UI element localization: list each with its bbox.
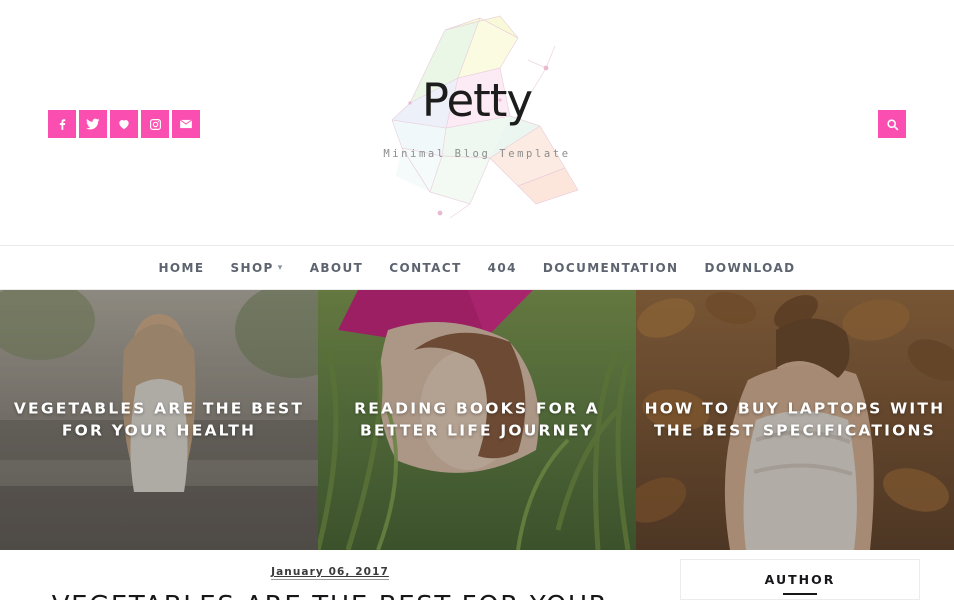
nav-label: DOCUMENTATION	[542, 260, 679, 275]
social-link-twitter[interactable]	[79, 110, 107, 138]
featured-slide-3[interactable]: HOW TO BUY LAPTOPS WITH THE BEST SPECIFI…	[636, 290, 954, 550]
featured-slide-1[interactable]: VEGETABLES ARE THE BEST FOR YOUR HEALTH	[0, 290, 318, 550]
facebook-icon	[59, 118, 65, 130]
nav-item-shop[interactable]: SHOP ▾	[217, 261, 296, 275]
social-link-email[interactable]	[172, 110, 200, 138]
social-link-bloglovin[interactable]	[110, 110, 138, 138]
author-widget-title: AUTHOR	[764, 572, 836, 587]
nav-item-documentation[interactable]: DOCUMENTATION	[530, 261, 692, 275]
post-date[interactable]: January 06, 2017	[271, 566, 389, 580]
chevron-down-icon: ▾	[277, 263, 284, 273]
heart-icon	[119, 120, 129, 130]
featured-title-2[interactable]: READING BOOKS FOR A BETTER LIFE JOURNEY	[318, 398, 636, 443]
nav-label: SHOP	[230, 260, 274, 275]
nav-label: HOME	[158, 260, 205, 275]
nav-item-contact[interactable]: CONTACT	[376, 261, 474, 275]
search-icon	[886, 118, 898, 130]
featured-title-3[interactable]: HOW TO BUY LAPTOPS WITH THE BEST SPECIFI…	[636, 398, 954, 443]
main-navigation: HOME SHOP ▾ ABOUT CONTACT 404 DOCUMENTATI…	[0, 245, 954, 290]
featured-title-1[interactable]: VEGETABLES ARE THE BEST FOR YOUR HEALTH	[0, 398, 318, 443]
nav-item-download[interactable]: DOWNLOAD	[692, 261, 809, 275]
post-title[interactable]: VEGETABLES ARE THE BEST FOR YOUR	[0, 590, 660, 600]
featured-slider: VEGETABLES ARE THE BEST FOR YOUR HEALTH	[0, 290, 954, 550]
social-link-facebook[interactable]	[48, 110, 76, 138]
sidebar: AUTHOR	[660, 550, 954, 600]
widget-title-rule	[783, 593, 817, 595]
instagram-icon	[149, 118, 161, 130]
nav-label: DOWNLOAD	[704, 260, 796, 275]
search-button[interactable]	[878, 110, 906, 138]
nav-item-404[interactable]: 404	[475, 261, 530, 275]
post-list: January 06, 2017 VEGETABLES ARE THE BEST…	[0, 550, 660, 600]
envelope-icon	[179, 119, 193, 129]
author-widget: AUTHOR	[680, 559, 920, 600]
social-links	[48, 110, 200, 138]
content-area: January 06, 2017 VEGETABLES ARE THE BEST…	[0, 550, 954, 600]
social-link-instagram[interactable]	[141, 110, 169, 138]
nav-label: CONTACT	[389, 260, 462, 275]
nav-item-about[interactable]: ABOUT	[297, 261, 377, 275]
nav-label: 404	[487, 260, 517, 275]
logo-subtitle: Minimal Blog Template	[383, 148, 571, 160]
twitter-icon	[86, 118, 100, 130]
featured-slide-2[interactable]: READING BOOKS FOR A BETTER LIFE JOURNEY	[318, 290, 636, 550]
nav-label: ABOUT	[309, 260, 364, 275]
nav-item-home[interactable]: HOME	[145, 261, 217, 275]
site-header: Petty Minimal Blog Template	[0, 0, 954, 245]
